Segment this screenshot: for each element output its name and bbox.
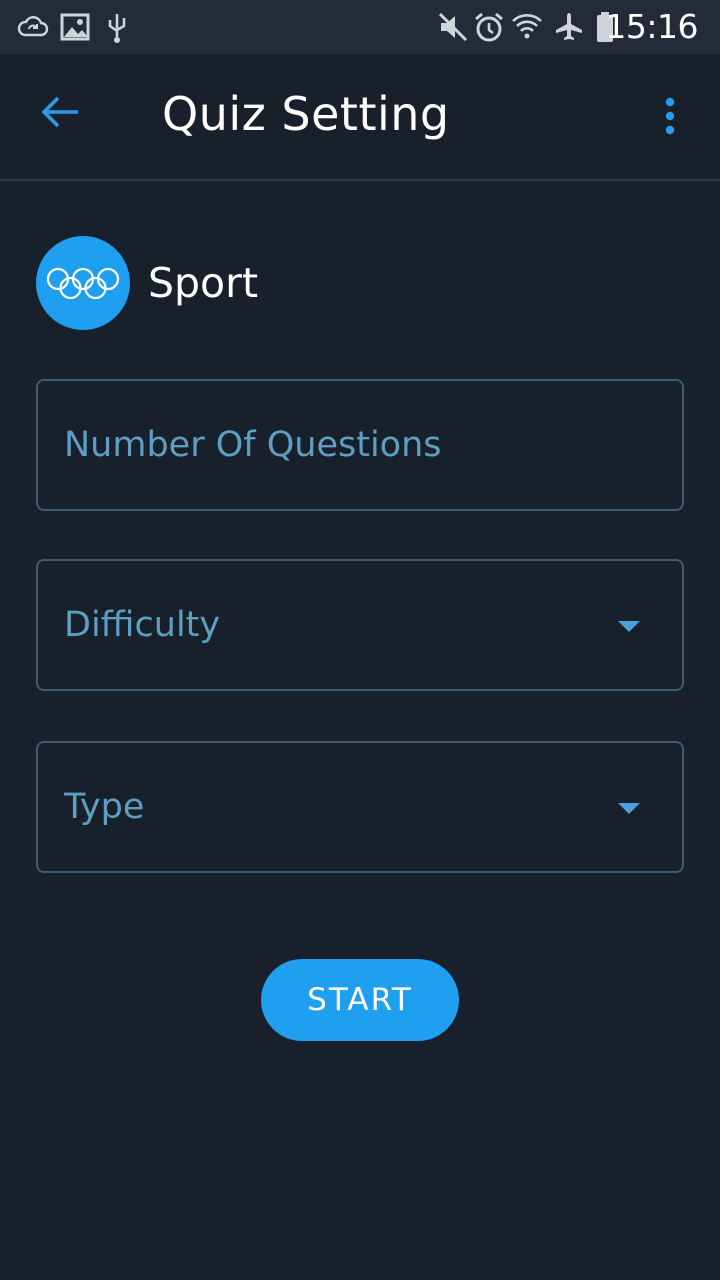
usb-icon bbox=[108, 14, 126, 43]
difficulty-dropdown[interactable]: Difficulty bbox=[36, 559, 684, 691]
type-dropdown[interactable]: Type bbox=[36, 741, 684, 873]
status-time: 15:16 bbox=[605, 7, 698, 46]
difficulty-label: Difficulty bbox=[64, 605, 221, 645]
olympic-rings-icon bbox=[46, 267, 120, 300]
type-label: Type bbox=[64, 787, 145, 827]
start-button[interactable]: START bbox=[261, 959, 459, 1041]
overflow-menu-button[interactable] bbox=[646, 84, 694, 148]
app-bar: Quiz Setting bbox=[0, 54, 720, 181]
alarm-icon bbox=[475, 12, 503, 42]
chevron-down-icon bbox=[618, 803, 640, 814]
cloud-sync-icon bbox=[17, 16, 49, 37]
wifi-icon bbox=[512, 14, 542, 39]
arrow-left-icon bbox=[41, 96, 78, 128]
chevron-down-icon bbox=[618, 621, 640, 632]
mute-icon bbox=[438, 12, 468, 42]
number-of-questions-input[interactable]: Number Of Questions bbox=[36, 379, 684, 511]
category-avatar bbox=[36, 236, 130, 330]
airplane-icon bbox=[556, 13, 582, 40]
category-header: Sport bbox=[36, 236, 258, 330]
image-icon bbox=[60, 13, 90, 41]
category-name: Sport bbox=[148, 259, 259, 307]
page-title: Quiz Setting bbox=[162, 87, 450, 141]
more-vert-icon bbox=[665, 97, 675, 135]
number-of-questions-placeholder: Number Of Questions bbox=[64, 425, 442, 465]
back-button[interactable] bbox=[28, 80, 92, 144]
status-bar: 15:16 bbox=[0, 0, 720, 54]
